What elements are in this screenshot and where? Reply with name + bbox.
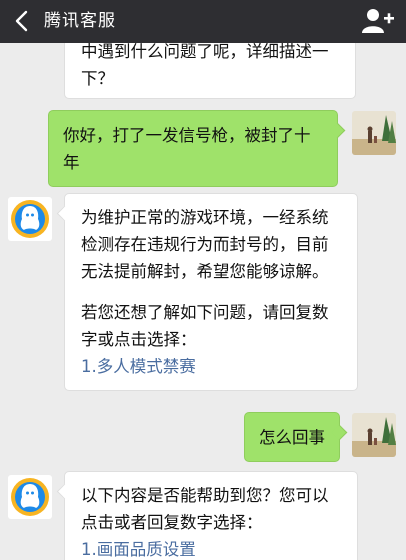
- service-avatar[interactable]: [8, 197, 52, 241]
- message-line: 怎么回事: [259, 428, 325, 447]
- message-line: 字或点击选择：: [81, 330, 197, 349]
- user-avatar[interactable]: [352, 413, 396, 457]
- bubble-tail: [56, 205, 73, 222]
- message-line: 中遇到什么问题了呢，详细描述一: [81, 43, 329, 61]
- bubble-tail: [56, 483, 73, 500]
- qq-penguin-icon: [8, 475, 52, 519]
- message-line: 点击或者回复数字选择：: [81, 513, 263, 532]
- message-line: 检测存在违规行为而封号的，目前: [81, 235, 329, 254]
- title-bar: 腾讯客服: [0, 0, 406, 43]
- message-line: 无法提前解封，希望您能够谅解。: [81, 262, 329, 281]
- service-message: 以下内容是否能帮助到您？您可以 点击或者回复数字选择： 1.画面品质设置: [56, 471, 358, 560]
- user-message: 你好，打了一发信号枪，被封了十 年: [48, 110, 346, 187]
- user-avatar[interactable]: [352, 111, 396, 155]
- service-message: 中遇到什么问题了呢，详细描述一 下？: [64, 43, 356, 99]
- back-button[interactable]: [9, 6, 35, 36]
- landscape-photo-icon: [352, 413, 396, 457]
- message-line: 为维护正常的游戏环境，一经系统: [81, 208, 329, 227]
- message-line: 以下内容是否能帮助到您？您可以: [81, 486, 329, 505]
- chat-title: 腾讯客服: [44, 11, 116, 31]
- message-line: 下？: [81, 69, 114, 88]
- landscape-photo-icon: [352, 111, 396, 155]
- user-message: 怎么回事: [244, 412, 348, 462]
- add-person-icon: [362, 9, 394, 33]
- bubble-tail: [329, 122, 346, 139]
- option-link[interactable]: 1.多人模式禁赛: [81, 353, 343, 380]
- message-line: 若您还想了解如下问题，请回复数: [81, 303, 329, 322]
- service-avatar[interactable]: [8, 475, 52, 519]
- qq-penguin-icon: [8, 197, 52, 241]
- service-message: 为维护正常的游戏环境，一经系统 检测存在违规行为而封号的，目前 无法提前解封，希…: [56, 193, 358, 391]
- add-person-button[interactable]: [362, 7, 394, 35]
- message-line: 年: [63, 153, 80, 172]
- option-link[interactable]: 1.画面品质设置: [81, 536, 343, 560]
- chevron-left-icon: [15, 10, 28, 32]
- bubble-tail: [331, 424, 348, 441]
- message-line: 你好，打了一发信号枪，被封了十: [63, 126, 311, 145]
- chat-area[interactable]: 中遇到什么问题了呢，详细描述一 下？ 你好，打了一发信号枪，被封了十 年 为维护…: [0, 43, 406, 560]
